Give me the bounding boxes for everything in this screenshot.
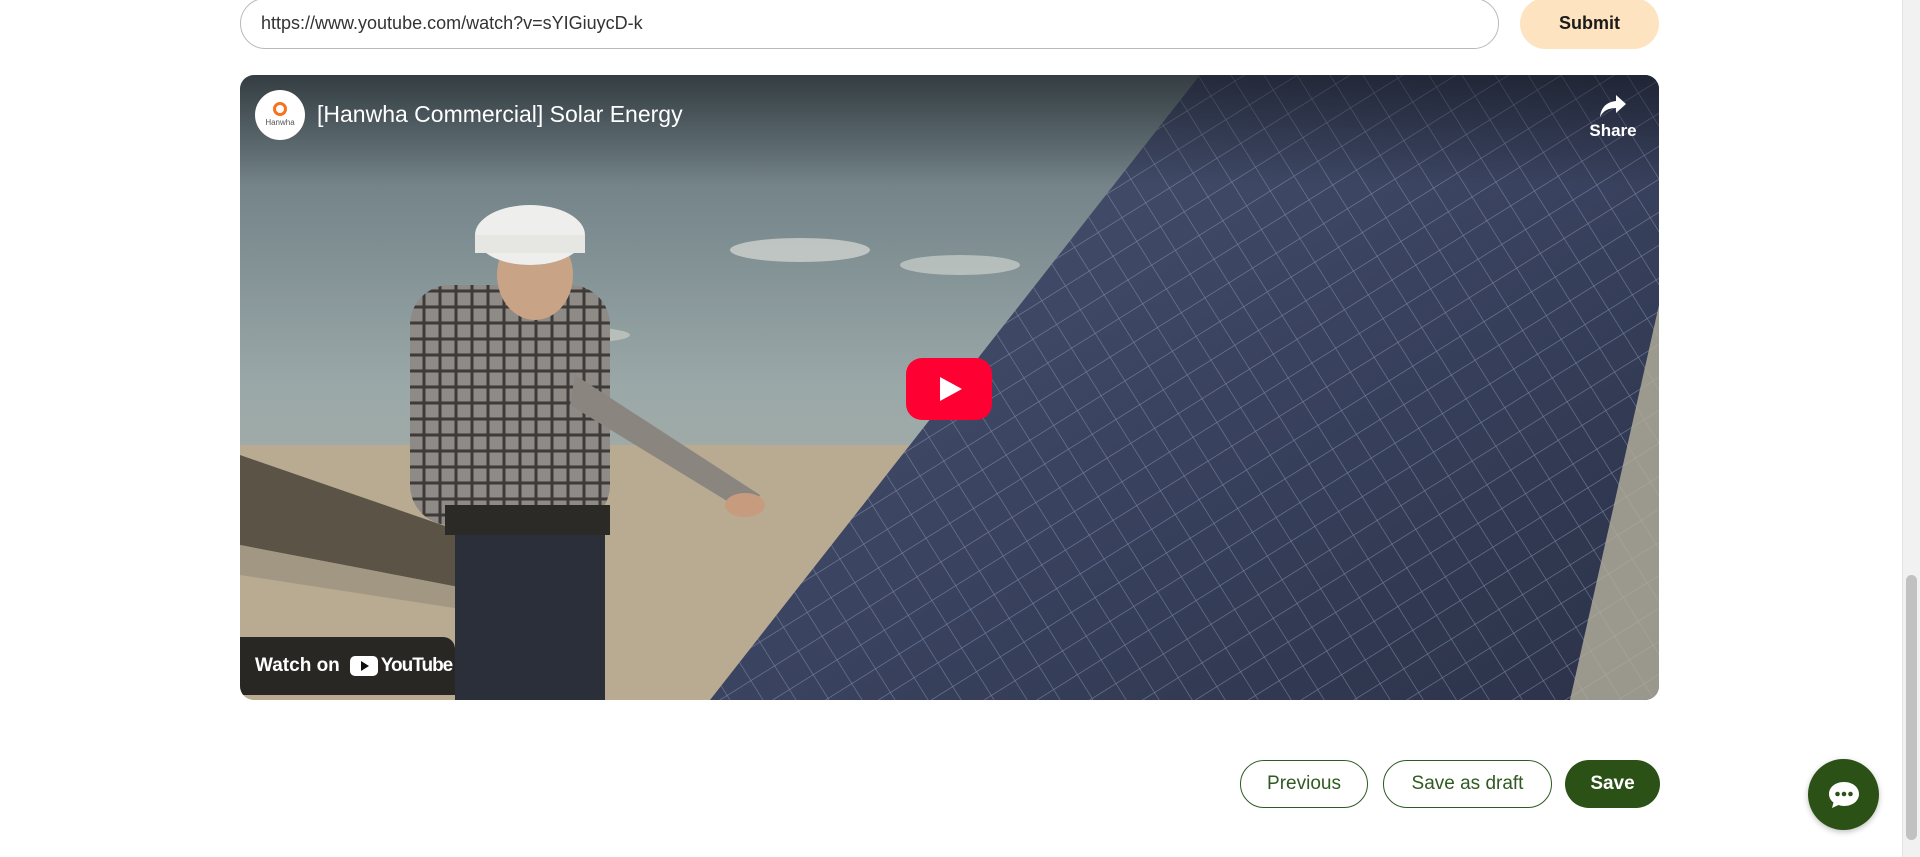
youtube-play-icon[interactable] <box>906 358 992 420</box>
youtube-wordmark: YouTube <box>380 655 453 676</box>
scrollbar-thumb[interactable] <box>1906 575 1917 840</box>
save-button[interactable]: Save <box>1565 760 1660 808</box>
share-arrow-icon <box>1600 95 1626 117</box>
chat-button[interactable] <box>1808 759 1879 830</box>
page-scrollbar[interactable] <box>1902 0 1920 857</box>
save-as-draft-button[interactable]: Save as draft <box>1383 760 1552 808</box>
channel-avatar[interactable]: Hanwha <box>255 90 305 140</box>
channel-brand: Hanwha <box>265 117 295 127</box>
submit-button[interactable]: Submit <box>1520 0 1659 49</box>
hanwha-logo-icon <box>273 101 287 116</box>
chat-bubble-icon <box>1828 781 1859 808</box>
video-title[interactable]: [Hanwha Commercial] Solar Energy <box>317 101 683 128</box>
video-url-input[interactable] <box>240 0 1499 49</box>
previous-button[interactable]: Previous <box>1240 760 1368 808</box>
watch-on-label: Watch on <box>255 655 340 676</box>
share-label: Share <box>1589 121 1637 140</box>
video-top-overlay <box>240 75 1659 185</box>
youtube-logo-icon <box>349 656 378 676</box>
youtube-logo: YouTube <box>349 655 453 677</box>
watch-on-youtube-link[interactable]: Watch on YouTube <box>240 637 455 695</box>
share-button[interactable]: Share <box>1583 93 1643 141</box>
youtube-video-embed[interactable]: Hanwha [Hanwha Commercial] Solar Energy … <box>240 75 1659 700</box>
